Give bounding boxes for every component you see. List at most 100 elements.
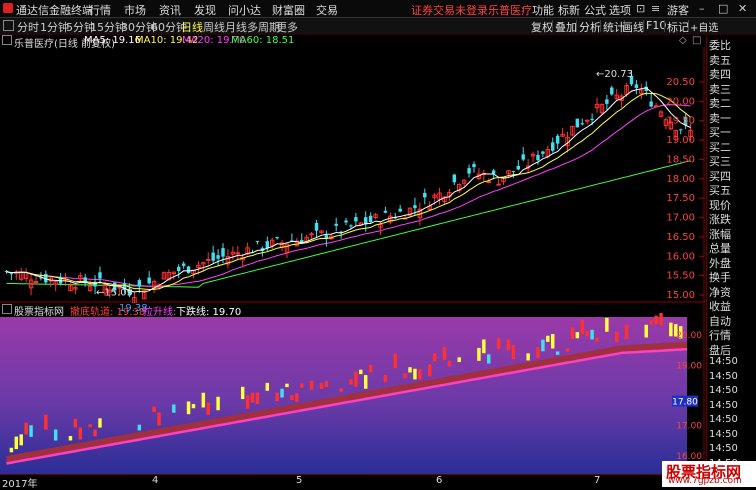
date-label: 4 — [152, 475, 159, 486]
menu-biaoxin[interactable]: 标新 — [558, 2, 580, 18]
divider — [576, 20, 577, 32]
candle-body — [344, 220, 348, 223]
close-icon[interactable]: ✕ — [738, 2, 747, 15]
menu-zixun[interactable]: 资讯 — [159, 2, 181, 18]
period-daily[interactable]: 日线 — [181, 19, 203, 35]
candle-body — [575, 118, 580, 128]
date-label: 2017年 — [2, 479, 38, 490]
candle-body — [413, 205, 417, 209]
indicator-bar — [580, 319, 584, 335]
candle-body — [383, 210, 388, 213]
panel-close-icon[interactable]: □ — [692, 35, 701, 46]
candlestick-chart[interactable]: 15.00 15.50 16.00 16.50 17.00 17.50 18.00 18.50… — [0, 47, 705, 303]
indicator-bar — [614, 331, 619, 342]
candle-body — [551, 142, 555, 151]
indicator-bar — [555, 351, 560, 355]
candle-body — [423, 192, 427, 198]
btn-huaxian[interactable]: 画线 — [622, 19, 644, 35]
indicator-bar — [575, 332, 580, 339]
period-fenshi[interactable]: 分时 — [17, 19, 39, 35]
btn-biaoji[interactable]: 标记 — [667, 19, 689, 35]
maximize-icon[interactable]: □ — [718, 2, 728, 15]
settings-icon[interactable]: ◇ — [679, 35, 687, 46]
indicator-bar — [349, 379, 353, 385]
indicator-bar — [186, 401, 191, 415]
login-notice[interactable]: 证券交易未登录 — [411, 2, 488, 18]
indicator-bar — [511, 345, 516, 360]
menu-caifuquan[interactable]: 财富圈 — [272, 2, 305, 18]
menu-icon[interactable]: ≡ — [651, 2, 660, 15]
btn-fuquan[interactable]: 复权 — [531, 19, 553, 35]
indicator-bar — [595, 337, 599, 342]
menu-gongshi[interactable]: 公式 — [584, 2, 606, 18]
indicator-bar — [295, 393, 299, 402]
btn-fenxi[interactable]: 分析 — [579, 19, 601, 35]
period-weekly[interactable]: 周线 — [203, 19, 225, 35]
menu-shichang[interactable]: 市场 — [124, 2, 146, 18]
candle-body — [610, 87, 614, 95]
y-tick-label: 15.00 — [666, 290, 695, 301]
watermark: 股票指标网 www.7gpzb.com — [662, 461, 756, 487]
period-monthly[interactable]: 月线 — [225, 19, 247, 35]
price-annotation: ←15.09 — [96, 288, 133, 299]
menu-jiaoyi[interactable]: 交易 — [316, 2, 338, 18]
indicator-bar — [157, 412, 161, 426]
candle-body — [9, 273, 14, 275]
candle-body — [216, 255, 220, 259]
indicator-bar — [339, 388, 343, 392]
indicator-bar — [19, 434, 23, 446]
y-tick-label: 20.00 — [666, 96, 695, 107]
candle-body — [634, 84, 639, 88]
price-annotations: ←20.73 ←15.09 — [96, 69, 633, 298]
user-label[interactable]: 游客 — [667, 2, 689, 18]
quote-item: 14:50 — [709, 385, 738, 396]
quote-item: 14:50 — [709, 370, 738, 382]
minimize-icon[interactable]: – — [699, 2, 705, 15]
indicator-bar — [255, 392, 260, 405]
indicator-bar — [265, 382, 270, 391]
indicator-bar — [393, 353, 397, 369]
app-title: 通达信金融终端 — [16, 4, 93, 17]
menu-faxian[interactable]: 发现 — [194, 2, 216, 18]
btn-add-watchlist[interactable]: +自选 — [690, 19, 718, 34]
app-logo-icon — [3, 3, 13, 13]
lock-icon[interactable]: ⊡ — [636, 2, 645, 15]
y-tick-label: 17.50 — [666, 193, 695, 204]
indicator-bar — [496, 338, 501, 350]
stock-name-title: 乐普医疗 — [488, 4, 532, 17]
price-tag: 17.80 — [672, 398, 698, 408]
indicator-bar — [654, 315, 658, 325]
candle-body — [678, 129, 683, 131]
y-tick-label: 17.00 — [666, 213, 695, 224]
candle-body — [580, 123, 584, 125]
period-1min[interactable]: 1分钟 — [40, 19, 69, 35]
indicator-bar — [324, 381, 329, 388]
ma60-line — [6, 160, 691, 288]
candle-body — [33, 281, 39, 284]
panel-toggle-icon[interactable] — [3, 20, 14, 31]
menu-hangqing[interactable]: 行情 — [89, 2, 111, 18]
menu-xuanxiang[interactable]: 选项 — [609, 2, 631, 18]
y-tick-label: 15.50 — [666, 271, 695, 282]
indicator-bar — [68, 436, 73, 441]
candle-body — [334, 223, 338, 226]
chart-toggle-icon[interactable] — [2, 35, 12, 45]
candle-body — [555, 135, 560, 144]
indicator-chart[interactable]: 16.0017.0019.0020.0017.80 — [0, 304, 705, 474]
menu-gongneng[interactable]: 功能 — [532, 2, 554, 18]
divider — [664, 20, 665, 32]
indicator-bar — [541, 339, 545, 352]
indicator-axis-bg — [687, 304, 705, 474]
indicator-bar — [526, 353, 530, 361]
candle-body — [496, 183, 501, 186]
btn-diejia[interactable]: 叠加 — [555, 19, 577, 35]
ma5-value: MA5: 19.16 — [84, 35, 142, 46]
indicator-bar — [551, 333, 555, 349]
candle-body — [206, 258, 211, 261]
indicator-bar — [73, 418, 78, 428]
title-bar: 通达信金融终端 行情 市场 资讯 发现 问小达 财富圈 交易 证券交易未登录 乐… — [0, 0, 756, 18]
indicator-bar — [172, 404, 176, 413]
period-more[interactable]: 更多 — [276, 19, 298, 35]
menu-wenxiaoda[interactable]: 问小达 — [228, 2, 261, 18]
candle-body — [584, 119, 590, 122]
